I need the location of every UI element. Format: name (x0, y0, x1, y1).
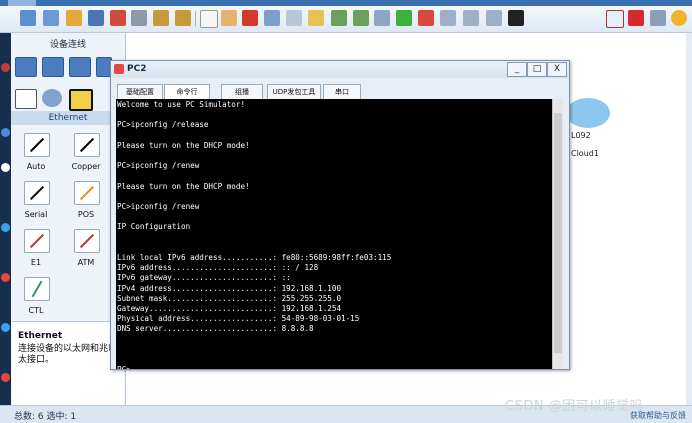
terminal-line: IP Configuration (117, 222, 191, 232)
terminal-scrollbar[interactable] (552, 99, 563, 369)
undo-icon[interactable] (153, 10, 169, 26)
start-all-icon[interactable] (396, 10, 412, 26)
switch-category-icon[interactable] (42, 57, 64, 77)
tab-multicast[interactable]: 组播 (221, 84, 263, 99)
new-file-icon[interactable] (43, 10, 59, 26)
ethernet-section-header: Ethernet (11, 111, 125, 125)
terminal-line: IPv6 address......................: :: /… (117, 263, 319, 273)
strip-app-icon[interactable] (1, 163, 10, 172)
open-icon[interactable] (66, 10, 82, 26)
cloud-port-label: L092 (571, 131, 591, 140)
text-icon[interactable] (264, 10, 280, 26)
main-toolbar (0, 6, 692, 33)
device-panel: 设备连线 Ethernet Auto Copper Serial POS E1 … (11, 33, 126, 406)
serial-cable-icon[interactable] (24, 181, 50, 205)
left-icon-strip (0, 33, 11, 411)
cable-label: POS (77, 210, 95, 219)
minimize-button[interactable]: _ (507, 62, 527, 77)
capture-icon[interactable] (440, 10, 456, 26)
wireless-category-icon[interactable] (69, 57, 91, 77)
rectangle-icon[interactable] (308, 10, 324, 26)
settings-gear-icon[interactable] (650, 10, 666, 26)
topology-icon[interactable] (463, 10, 479, 26)
fit-icon[interactable] (374, 10, 390, 26)
tab-serial[interactable]: 串口 (323, 84, 361, 99)
terminal-line: DNS server........................: 8.8.… (117, 324, 314, 334)
tab-udp-tool[interactable]: UDP发包工具 (267, 84, 321, 99)
close-button[interactable]: X (547, 62, 567, 77)
pc-category-icon[interactable] (15, 89, 37, 109)
cable-label: Auto (26, 162, 46, 171)
strip-app-icon[interactable] (1, 273, 10, 282)
terminal-line: Please turn on the DHCP mode! (117, 140, 250, 150)
tab-basic-config[interactable]: 基础配置 (117, 84, 163, 99)
terminal-line: PC> (117, 365, 131, 369)
cable-label: E1 (30, 258, 42, 267)
canvas-scrollbar[interactable] (686, 33, 692, 405)
watermark: CSDN @困可以睡觉吗 (505, 399, 644, 414)
strip-app-icon[interactable] (1, 223, 10, 232)
atm-cable-icon[interactable] (74, 229, 100, 253)
description-title: Ethernet (18, 331, 63, 341)
terminal-line: IPv4 address......................: 192.… (117, 283, 342, 293)
command-terminal[interactable]: Welcome to use PC Simulator! PC>ipconfig … (116, 99, 552, 369)
terminal-line: Link local IPv6 address...........: fe80… (117, 253, 392, 262)
cable-description: Ethernet 连接设备的以太网和兆以太接口。 (12, 321, 124, 406)
router-category-icon[interactable] (15, 57, 37, 77)
cable-label: ATM (77, 258, 95, 267)
zoom-in-icon[interactable] (331, 10, 347, 26)
strip-app-icon[interactable] (1, 323, 10, 332)
terminal-line: Physical address..................: 54-8… (117, 314, 360, 324)
terminal-line: Subnet mask.......................: 255.… (117, 293, 342, 303)
terminal-line: Please turn on the DHCP mode! (117, 181, 250, 191)
auto-cable-icon[interactable] (24, 133, 50, 157)
cloud-device-label: Cloud1 (571, 149, 599, 158)
panel-title: 设备连线 (49, 40, 86, 50)
save-icon[interactable] (88, 10, 104, 26)
cloud-device-icon[interactable] (566, 98, 610, 128)
terminal-line: Welcome to use PC Simulator! (117, 100, 246, 109)
terminal-line: PC>ipconfig /renew (117, 202, 200, 211)
print-icon[interactable] (131, 10, 147, 26)
help-icon[interactable] (671, 10, 687, 26)
cable-label: Serial (24, 210, 48, 219)
redo-icon[interactable] (175, 10, 191, 26)
strip-app-icon[interactable] (1, 373, 10, 382)
terminal-line: Gateway...........................: 192.… (117, 304, 342, 313)
pc-window-icon (114, 64, 124, 74)
cable-label: Copper (71, 162, 101, 171)
cable-category-icon[interactable] (69, 89, 93, 111)
stop-all-icon[interactable] (418, 10, 434, 26)
ctl-cable-icon[interactable] (24, 277, 50, 301)
strip-app-icon[interactable] (1, 128, 10, 137)
copper-cable-icon[interactable] (74, 133, 100, 157)
strip-app-icon[interactable] (1, 63, 10, 72)
window-titlebar[interactable]: PC2 _ □ X (111, 61, 569, 78)
description-body: 连接设备的以太网和兆以太接口。 (18, 344, 118, 365)
maximize-button[interactable]: □ (527, 62, 547, 77)
huawei-icon[interactable] (628, 10, 644, 26)
message-icon[interactable] (606, 10, 624, 28)
select-pointer-icon[interactable] (200, 10, 218, 28)
tab-command-line[interactable]: 命令行 (164, 84, 210, 100)
pos-cable-icon[interactable] (74, 181, 100, 205)
palette-icon[interactable] (286, 10, 302, 26)
terminal-line: PC>ipconfig /release (117, 120, 209, 130)
terminal-scroll-thumb[interactable] (554, 113, 562, 353)
cable-label: CTL (28, 306, 44, 315)
zoom-out-icon[interactable] (353, 10, 369, 26)
status-text: 总数: 6 选中: 1 (14, 412, 77, 422)
cli-icon[interactable] (486, 10, 502, 26)
console-icon[interactable] (508, 10, 524, 26)
save-as-icon[interactable] (110, 10, 126, 26)
terminal-line: IPv6 gateway......................: :: (117, 273, 291, 283)
window-title: PC2 (127, 64, 147, 74)
new-topology-icon[interactable] (20, 10, 36, 26)
pc2-window: PC2 _ □ X 基础配置 命令行 组播 UDP发包工具 串口 Welcome… (110, 60, 570, 370)
hand-pan-icon[interactable] (221, 10, 237, 26)
e1-cable-icon[interactable] (24, 229, 50, 253)
delete-icon[interactable] (242, 10, 258, 26)
cloud-category-icon[interactable] (42, 89, 62, 107)
terminal-line: PC>ipconfig /renew (117, 161, 200, 171)
